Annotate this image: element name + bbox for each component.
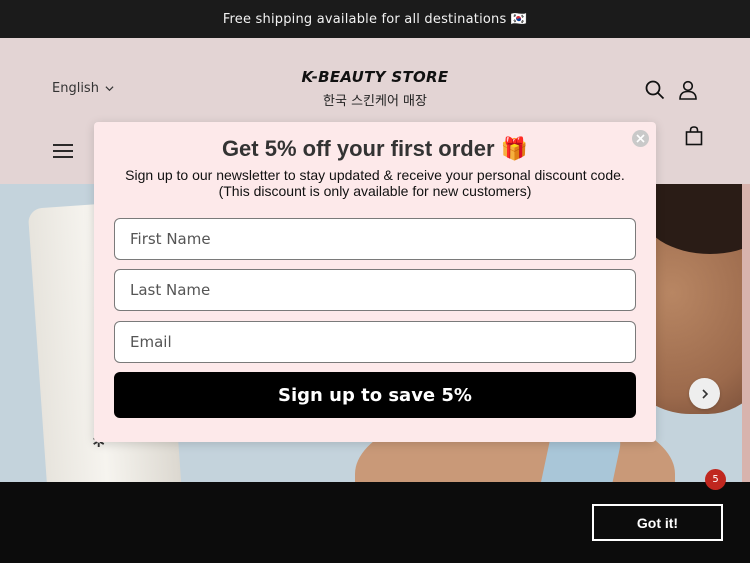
popup-title: Get 5% off your first order 🎁 [221,136,529,161]
store-logo[interactable]: K-BEAUTY STORE 한국 스킨케어 매장 [0,68,750,109]
brand-subtitle: 한국 스킨케어 매장 [323,94,427,109]
got-it-button[interactable]: Got it! [592,504,723,541]
popup-description: Sign up to our newsletter to stay update… [114,167,636,199]
chevron-right-icon[interactable] [689,378,720,409]
newsletter-popup: Get 5% off your first order 🎁 Sign up to… [94,122,656,442]
first-name-field[interactable] [114,218,636,260]
last-name-field[interactable] [114,269,636,311]
announcement-bar: Free shipping available for all destinat… [0,0,750,38]
popup-line-1: Sign up to our newsletter to stay update… [125,167,625,183]
search-icon[interactable] [643,78,667,102]
announcement-text: Free shipping available for all destinat… [222,11,528,27]
brand-name: K-BEAUTY STORE [301,68,449,86]
chat-notification-badge[interactable]: 5 [705,469,726,490]
cart-icon[interactable] [682,124,706,148]
email-field[interactable] [114,321,636,363]
popup-line-2: (This discount is only available for new… [218,183,532,199]
signup-button[interactable]: Sign up to save 5% [114,372,636,418]
next-slide-peek [742,184,750,482]
account-icon[interactable] [676,78,700,102]
menu-icon[interactable] [51,139,75,163]
